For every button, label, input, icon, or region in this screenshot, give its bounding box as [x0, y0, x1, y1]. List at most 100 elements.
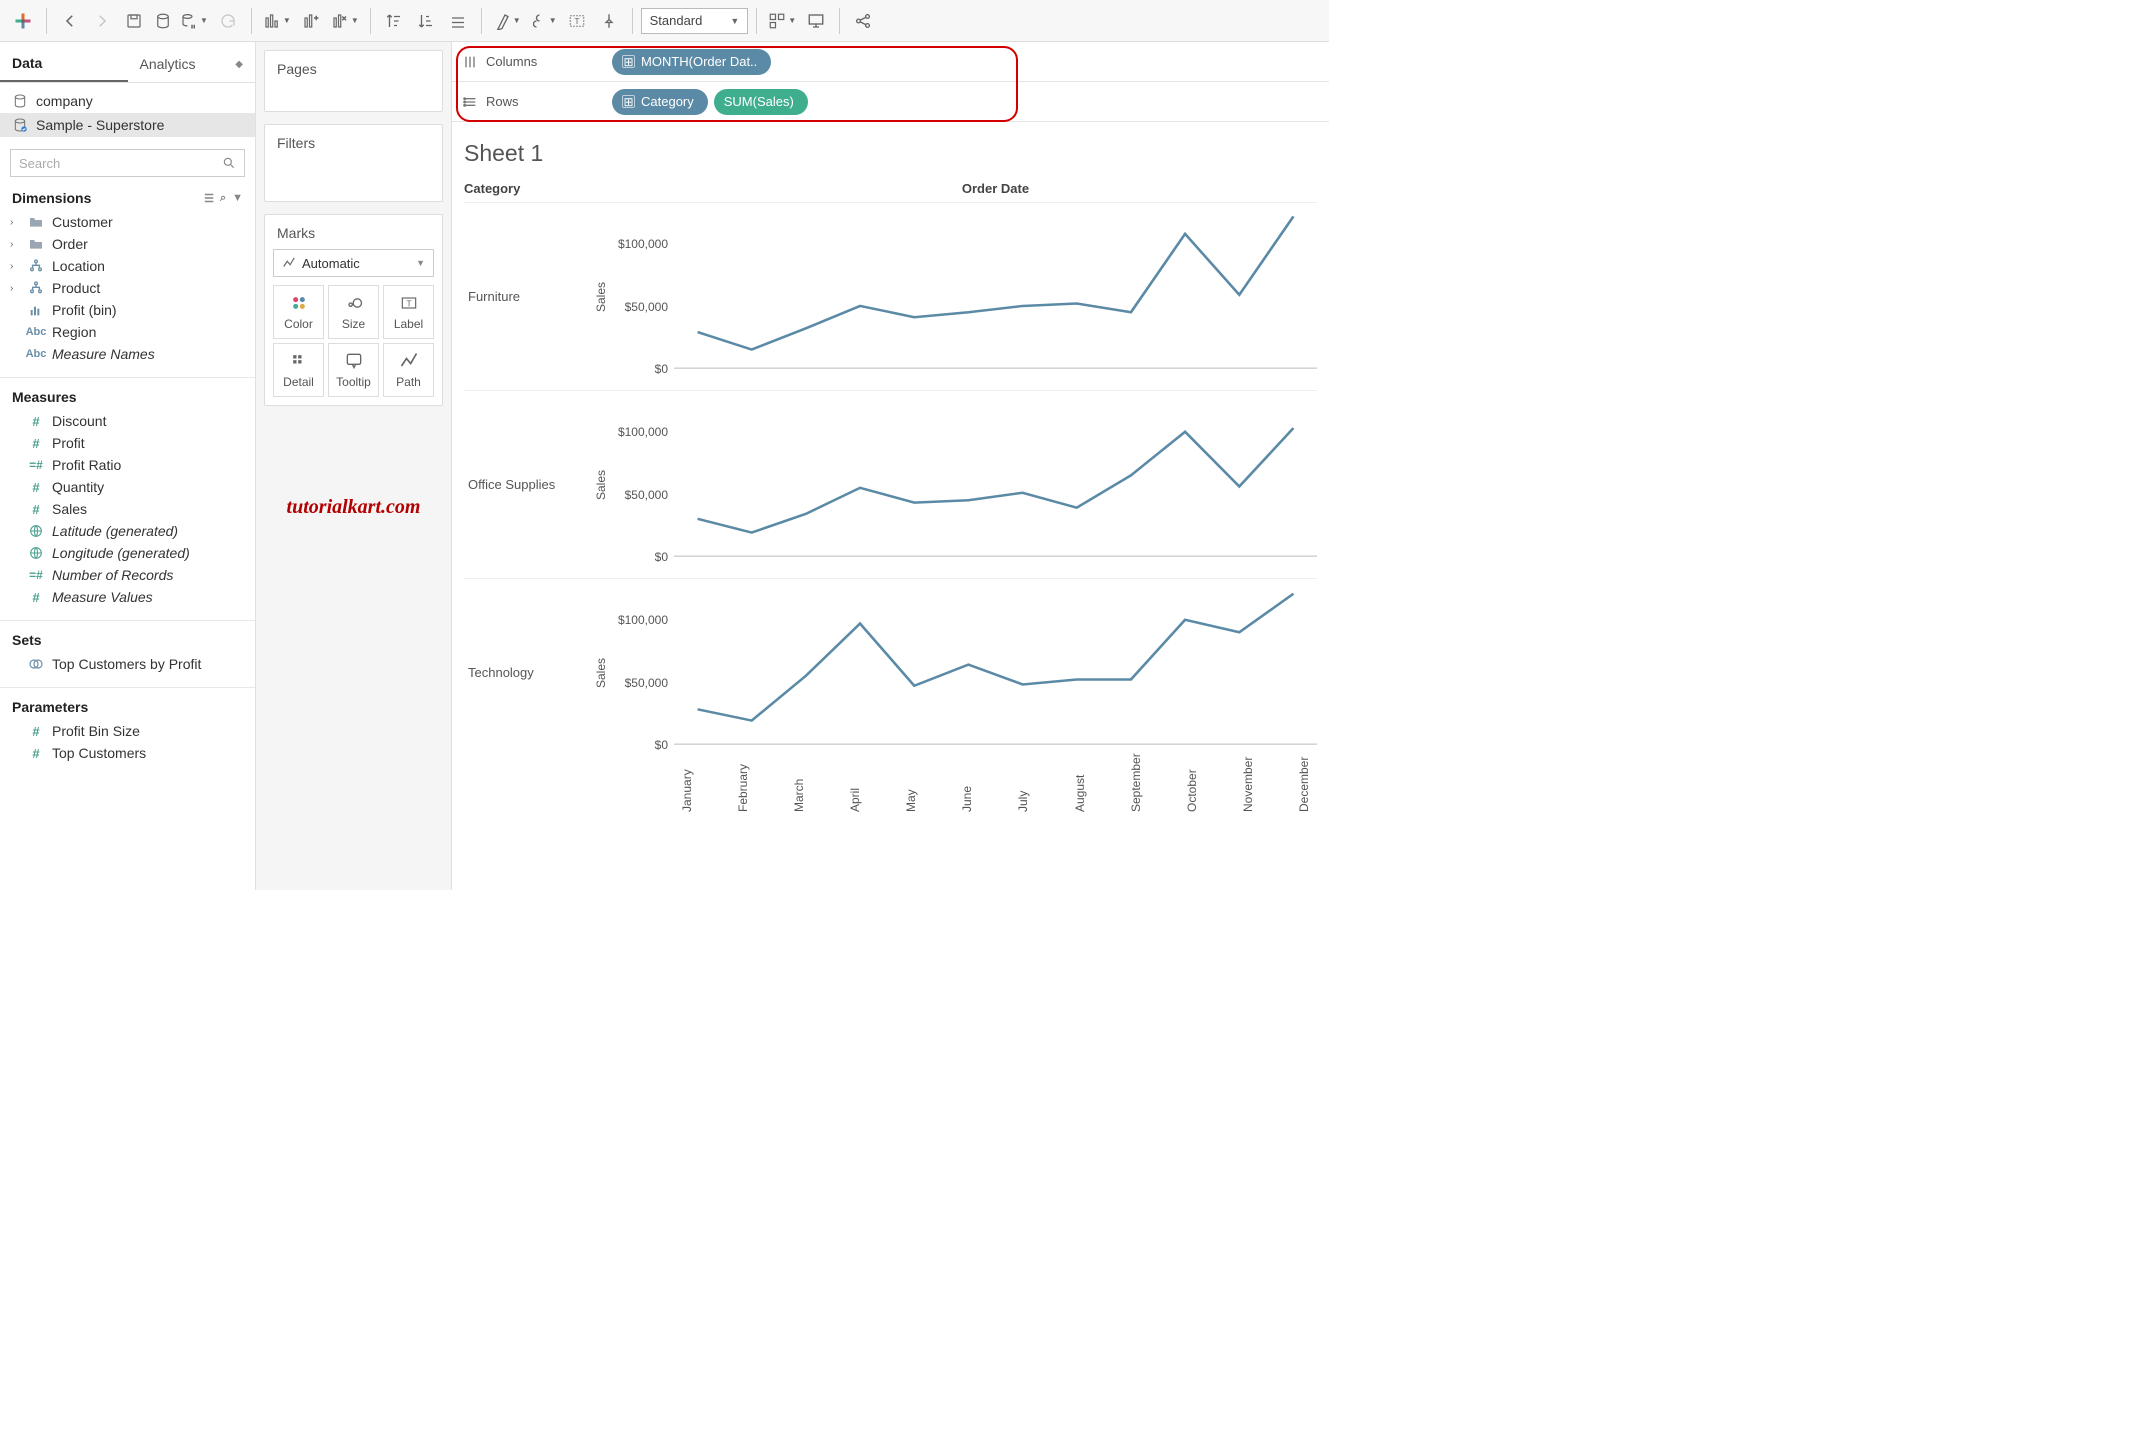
search-input[interactable]: Search — [10, 149, 245, 177]
tooltip-icon — [344, 351, 364, 371]
field-region[interactable]: AbcRegion — [4, 321, 251, 343]
chart-row-furniture: FurnitureSales$100,000$50,000$0 — [464, 202, 1317, 390]
viz-canvas: Columns ⊞MONTH(Order Dat.. Rows ⊞Categor… — [452, 42, 1329, 890]
pause-data-button[interactable]: ▼ — [177, 6, 211, 36]
field-profit-ratio[interactable]: =#Profit Ratio — [4, 454, 251, 476]
forward-button[interactable] — [87, 6, 117, 36]
marks-detail-button[interactable]: Detail — [273, 343, 324, 397]
y-tick: $100,000 — [618, 237, 668, 251]
marks-card: Marks Automatic ▼ Color Size TLabel Deta… — [264, 214, 443, 406]
datasource-company[interactable]: company — [0, 89, 255, 113]
y-axis-title: Sales — [594, 281, 608, 311]
x-tick: February — [736, 798, 750, 812]
field-order[interactable]: ›Order — [4, 233, 251, 255]
x-axis-labels: JanuaryFebruaryMarchAprilMayJuneJulyAugu… — [674, 770, 1317, 812]
columns-shelf[interactable]: Columns ⊞MONTH(Order Dat.. — [452, 42, 1329, 82]
tableau-logo[interactable] — [8, 6, 38, 36]
list-view-icon: ☰ — [204, 192, 214, 205]
field-latitude-generated-[interactable]: Latitude (generated) — [4, 520, 251, 542]
clear-sheet-button[interactable] — [296, 6, 326, 36]
field-measure-names[interactable]: AbcMeasure Names — [4, 343, 251, 365]
y-tick: $0 — [655, 550, 668, 564]
y-axis-title: Sales — [594, 657, 608, 687]
pin-button[interactable] — [594, 6, 624, 36]
tab-data[interactable]: Data — [0, 46, 128, 82]
x-tick: May — [904, 798, 918, 812]
x-tick: July — [1016, 798, 1030, 812]
sheet-title[interactable]: Sheet 1 — [464, 140, 1317, 167]
field-quantity[interactable]: #Quantity — [4, 476, 251, 498]
line-chart[interactable] — [674, 391, 1317, 578]
svg-text:T: T — [406, 298, 411, 308]
x-tick: September — [1129, 798, 1143, 812]
x-tick: June — [960, 798, 974, 812]
new-datasource-button[interactable] — [151, 6, 175, 36]
orderdate-header: Order Date — [674, 181, 1317, 196]
chart-row-technology: TechnologySales$100,000$50,000$0 — [464, 578, 1317, 766]
detail-icon — [289, 351, 309, 371]
highlight-button[interactable]: ▼ — [490, 6, 524, 36]
y-axis-title: Sales — [594, 469, 608, 499]
refresh-button[interactable] — [213, 6, 243, 36]
field-top-customers-by-profit[interactable]: Top Customers by Profit — [4, 653, 251, 675]
main-toolbar: ▼ ▼ ▼ ▼ ▼ T Standard▼ ▼ — [0, 0, 1329, 42]
save-button[interactable] — [119, 6, 149, 36]
back-button[interactable] — [55, 6, 85, 36]
line-chart[interactable] — [674, 579, 1317, 766]
fit-dropdown-value: Standard — [650, 13, 703, 28]
totals-button[interactable] — [443, 6, 473, 36]
sort-asc-button[interactable] — [379, 6, 409, 36]
field-measure-values[interactable]: #Measure Values — [4, 586, 251, 608]
marks-path-button[interactable]: Path — [383, 343, 434, 397]
marks-tooltip-button[interactable]: Tooltip — [328, 343, 379, 397]
shelves-column: Pages Filters Marks Automatic ▼ Color Si… — [256, 42, 452, 890]
field-number-of-records[interactable]: =#Number of Records — [4, 564, 251, 586]
sets-header: Sets — [12, 632, 42, 648]
x-tick: April — [848, 798, 862, 812]
field-location[interactable]: ›Location — [4, 255, 251, 277]
show-me-button[interactable]: ▼ — [765, 6, 799, 36]
field-longitude-generated-[interactable]: Longitude (generated) — [4, 542, 251, 564]
y-tick: $50,000 — [625, 676, 668, 690]
y-tick: $50,000 — [625, 300, 668, 314]
x-tick: January — [680, 798, 694, 812]
text-label-button[interactable]: T — [562, 6, 592, 36]
field-profit[interactable]: #Profit — [4, 432, 251, 454]
pill-sum-sales-[interactable]: SUM(Sales) — [714, 89, 808, 115]
fit-dropdown[interactable]: Standard▼ — [641, 8, 749, 34]
pill-category[interactable]: ⊞Category — [612, 89, 708, 115]
group-button[interactable]: ▼ — [526, 6, 560, 36]
pill-month-order-dat-[interactable]: ⊞MONTH(Order Dat.. — [612, 49, 771, 75]
sort-desc-button[interactable] — [411, 6, 441, 36]
rows-icon — [462, 94, 478, 110]
field-profit-bin-size[interactable]: #Profit Bin Size — [4, 720, 251, 742]
datasource-sample-superstore[interactable]: Sample - Superstore — [0, 113, 255, 137]
columns-icon — [462, 54, 478, 70]
pages-shelf[interactable]: Pages — [264, 50, 443, 112]
size-icon — [344, 293, 364, 313]
marks-label-button[interactable]: TLabel — [383, 285, 434, 339]
y-tick: $100,000 — [618, 613, 668, 627]
field-product[interactable]: ›Product — [4, 277, 251, 299]
filters-shelf[interactable]: Filters — [264, 124, 443, 202]
field-profit-bin-[interactable]: Profit (bin) — [4, 299, 251, 321]
rows-shelf[interactable]: Rows ⊞CategorySUM(Sales) — [452, 82, 1329, 122]
data-pane: Data Analytics◆ company Sample - Superst… — [0, 42, 256, 890]
mark-type-dropdown[interactable]: Automatic ▼ — [273, 249, 434, 277]
new-worksheet-button[interactable]: ▼ — [260, 6, 294, 36]
tab-analytics[interactable]: Analytics◆ — [128, 46, 256, 82]
field-customer[interactable]: ›Customer — [4, 211, 251, 233]
marks-color-button[interactable]: Color — [273, 285, 324, 339]
line-icon — [282, 256, 296, 270]
swap-button[interactable]: ▼ — [328, 6, 362, 36]
presentation-button[interactable] — [801, 6, 831, 36]
svg-text:T: T — [574, 17, 579, 26]
share-button[interactable] — [848, 6, 878, 36]
x-tick: December — [1297, 798, 1311, 812]
field-sales[interactable]: #Sales — [4, 498, 251, 520]
line-chart[interactable] — [674, 203, 1317, 390]
marks-size-button[interactable]: Size — [328, 285, 379, 339]
field-discount[interactable]: #Discount — [4, 410, 251, 432]
field-top-customers[interactable]: #Top Customers — [4, 742, 251, 764]
chart-row-office-supplies: Office SuppliesSales$100,000$50,000$0 — [464, 390, 1317, 578]
